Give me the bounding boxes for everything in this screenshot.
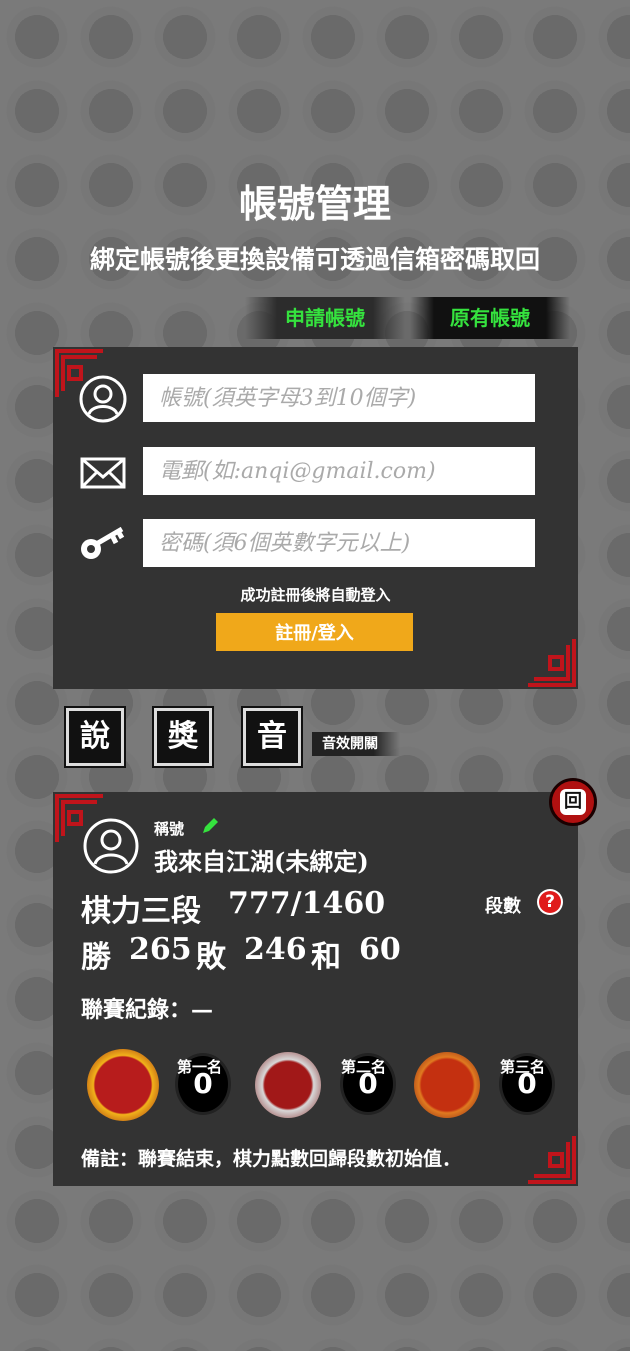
profile-panel: 稱號 我來自江湖(未綁定) 棋力三段 777/1460 段數 ? 勝 265 敗… [53, 792, 578, 1186]
tab-register[interactable]: 申請帳號 [245, 297, 405, 339]
back-button[interactable]: 回 [549, 778, 597, 826]
register-login-button[interactable]: 註冊/登入 [216, 613, 413, 651]
nickname-label: 稱號 [154, 820, 185, 838]
back-icon: 回 [560, 789, 586, 815]
sound-toggle-label: 音效開關 [312, 732, 400, 756]
nickname-value: 我來自江湖(未綁定) [154, 847, 369, 876]
reward-button[interactable]: 獎 [152, 706, 214, 768]
register-panel: 成功註冊後將自動登入 註冊/登入 [53, 347, 578, 689]
second-place-label: 第二名 [341, 1058, 387, 1076]
help-icon[interactable]: ? [537, 889, 563, 915]
edit-pencil-icon[interactable] [200, 816, 220, 836]
user-icon [79, 375, 127, 423]
draw-label: 和 [311, 940, 341, 975]
footnote: 備註：聯賽結束，棋力點數回歸段數初始值． [81, 1148, 462, 1170]
help-icon-glyph: ? [539, 891, 561, 913]
key-icon [81, 526, 125, 559]
avatar [83, 818, 139, 874]
gold-medal-icon [87, 1049, 159, 1121]
auto-login-note: 成功註冊後將自動登入 [240, 586, 391, 604]
rank-points: 777/1460 [228, 886, 386, 921]
dan-label: 段數 [485, 896, 521, 917]
first-place-label: 第一名 [177, 1058, 223, 1076]
ornament-corner-icon [528, 639, 576, 687]
draw-count: 60 [359, 932, 401, 967]
mail-icon [80, 457, 126, 489]
ornament-corner-icon [528, 1136, 576, 1184]
bronze-medal-icon [414, 1052, 480, 1118]
password-input[interactable] [143, 519, 535, 567]
email-input[interactable] [143, 447, 535, 495]
win-count: 265 [129, 932, 192, 967]
silver-medal-icon [255, 1052, 321, 1118]
account-input[interactable] [143, 374, 535, 422]
rank-text: 棋力三段 [81, 894, 201, 929]
win-label: 勝 [81, 940, 111, 975]
loss-count: 246 [244, 932, 307, 967]
instructions-button[interactable]: 說 [64, 706, 126, 768]
loss-label: 敗 [196, 940, 226, 975]
tab-existing-account[interactable]: 原有帳號 [410, 297, 570, 339]
league-record: 聯賽紀錄：— [81, 997, 214, 1023]
third-place-label: 第三名 [500, 1058, 546, 1076]
page-subtitle: 綁定帳號後更換設備可透過信箱密碼取回 [89, 245, 540, 274]
sound-button[interactable]: 音 [241, 706, 303, 768]
page-title: 帳號管理 [238, 181, 391, 226]
